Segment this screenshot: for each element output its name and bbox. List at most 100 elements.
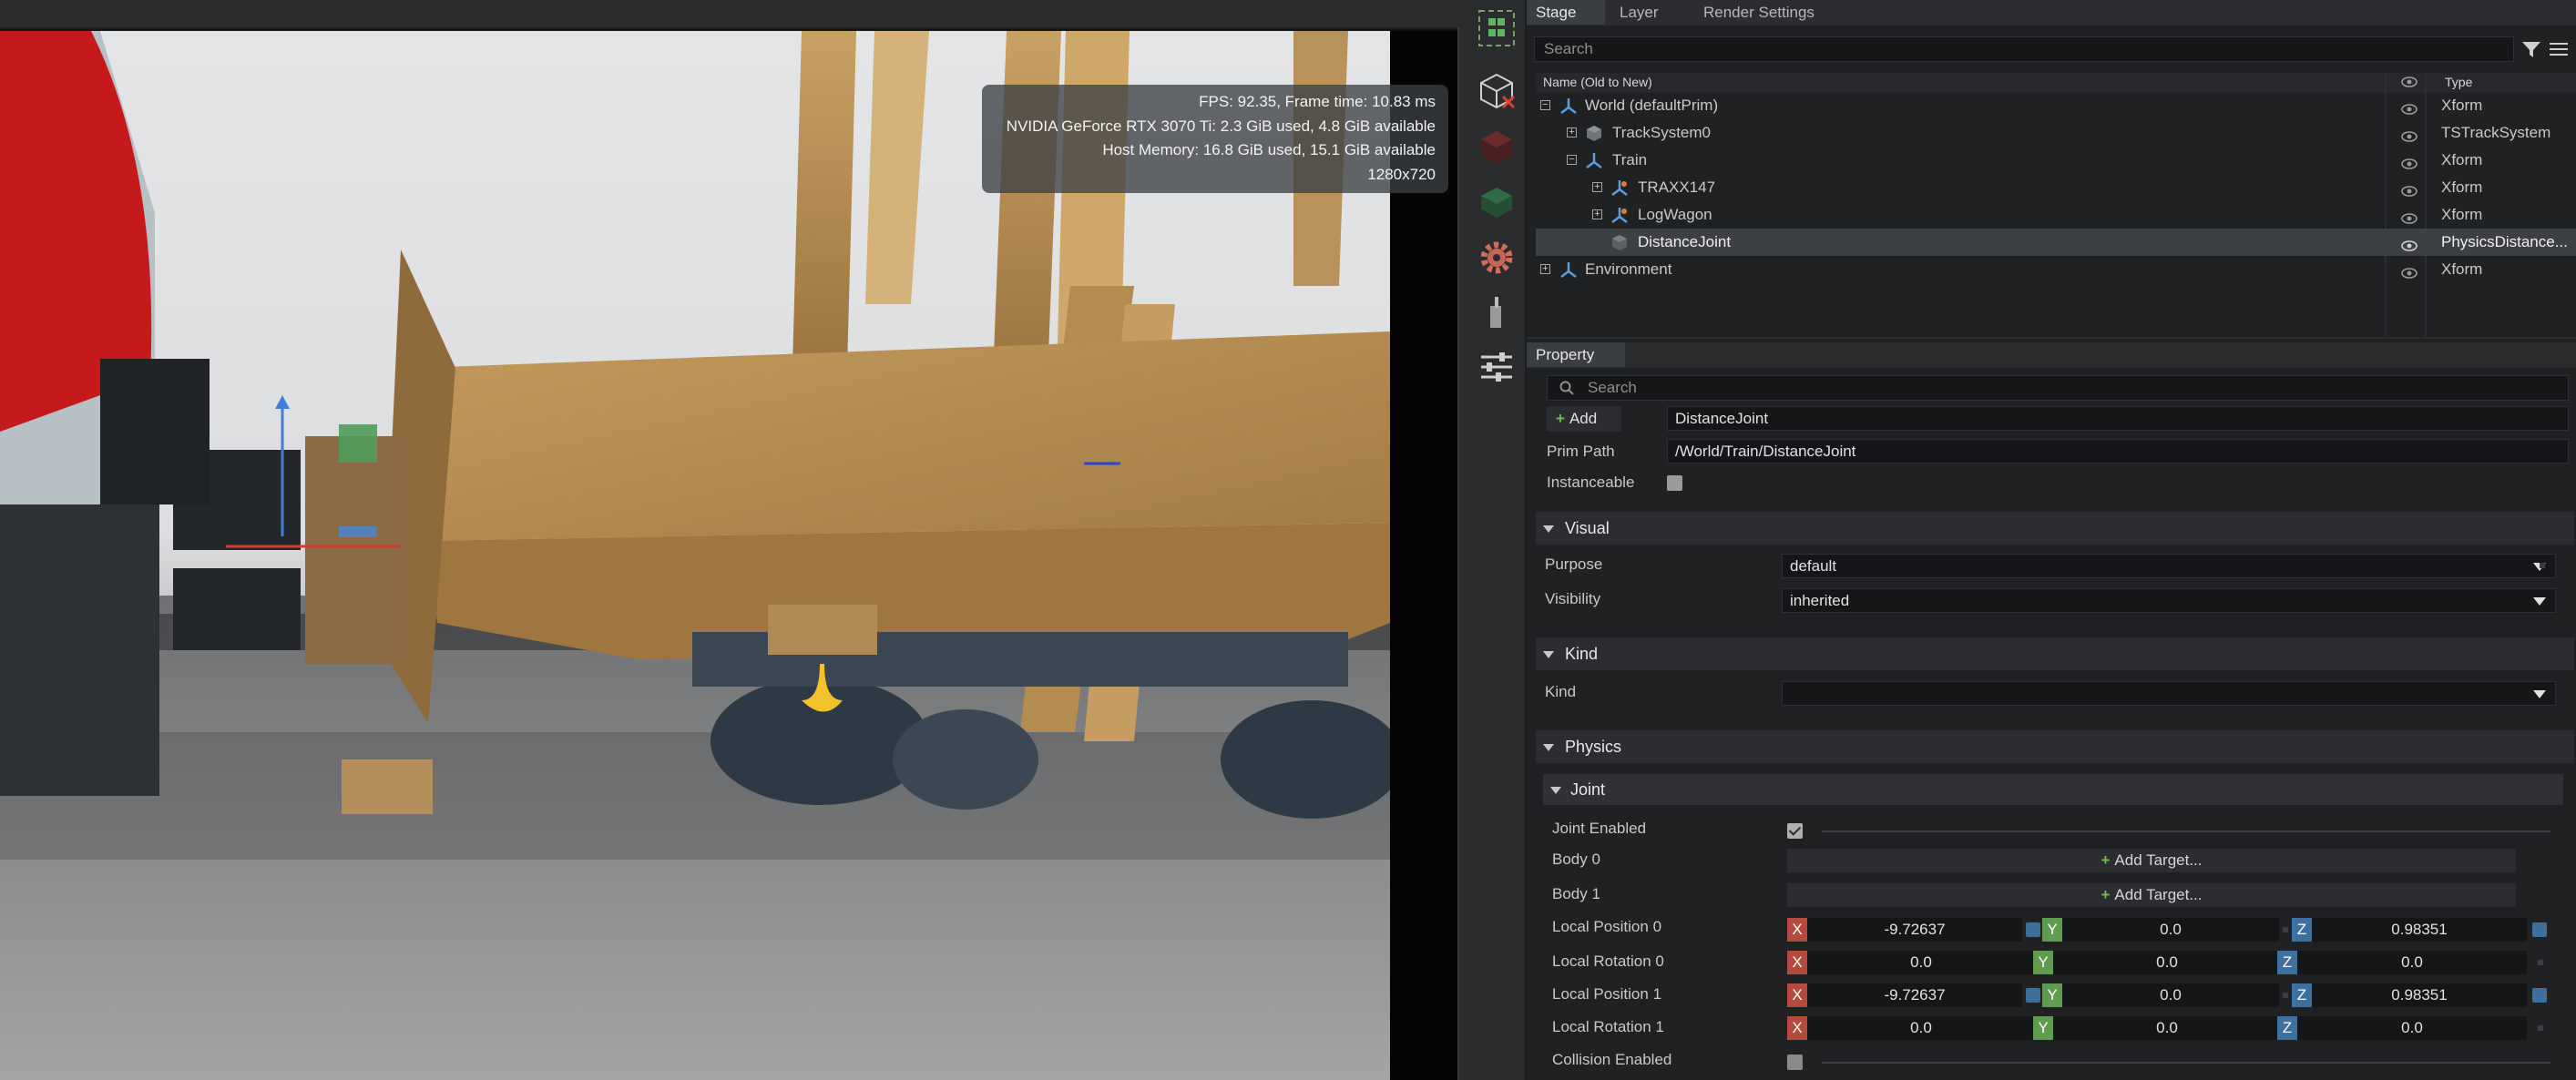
chevron-down-icon (2533, 597, 2546, 606)
tree-row-world[interactable]: − World (defaultPrim) Xform (1536, 92, 2576, 119)
local-rotation-1-y-field[interactable]: 0.0 (2053, 1016, 2281, 1040)
visibility-eye-icon[interactable] (2401, 180, 2418, 197)
physics-section-header[interactable]: Physics (1536, 730, 2574, 763)
type-column-header[interactable]: Type (2445, 75, 2472, 89)
local-position-1-z-field[interactable]: 0.98351 (2312, 983, 2527, 1007)
purpose-label: Purpose (1545, 555, 1603, 573)
kind-dropdown[interactable] (1782, 681, 2556, 706)
z-axis-badge: Z (2292, 983, 2312, 1007)
property-search-input[interactable]: Search (1547, 375, 2569, 401)
link-icon[interactable] (2026, 988, 2040, 1003)
prim-name-field[interactable]: DistanceJoint (1667, 406, 2569, 431)
visibility-eye-icon[interactable] (2401, 208, 2418, 224)
tree-row-type: Xform (2441, 151, 2483, 168)
tree-row-environment[interactable]: + Environment Xform (1536, 256, 2576, 283)
joint-section-header[interactable]: Joint (1543, 774, 2563, 805)
menu-icon[interactable] (2549, 40, 2569, 58)
visual-section-header[interactable]: Visual (1536, 512, 2574, 545)
add-button[interactable]: + Add (1547, 406, 1621, 432)
local-position-1-y-field[interactable]: 0.0 (2062, 983, 2279, 1007)
prim-path-label: Prim Path (1547, 443, 1615, 460)
sliders-icon[interactable] (1477, 348, 1516, 386)
tree-row-distancejoint[interactable]: DistanceJoint PhysicsDistance... (1536, 229, 2576, 256)
local-rotation-0-z-field[interactable]: 0.0 (2297, 951, 2527, 974)
visual-section-title: Visual (1565, 519, 1610, 537)
collision-enabled-track (1822, 1062, 2550, 1064)
collapse-icon[interactable]: − (1567, 155, 1577, 165)
prim-path-field[interactable]: /World/Train/DistanceJoint (1667, 439, 2569, 464)
tree-row-type: Xform (2441, 260, 2483, 278)
expand-icon[interactable]: + (1592, 209, 1602, 219)
joint-section-title: Joint (1570, 780, 1606, 799)
visibility-eye-icon[interactable] (2401, 126, 2418, 142)
viewport[interactable]: FPS: 92.35, Frame time: 10.83 ms NVIDIA … (0, 0, 1470, 1080)
plus-icon: + (2101, 886, 2111, 903)
local-position-0-x-field[interactable]: -9.72637 (1807, 918, 2022, 942)
local-rotation-1-x-field[interactable]: 0.0 (1807, 1016, 2035, 1040)
physics-section-title: Physics (1565, 738, 1622, 756)
track-system-icon (1585, 124, 1603, 142)
tab-render-settings[interactable]: Render Settings (1694, 0, 1849, 25)
reset-indicator (2283, 993, 2288, 998)
visibility-eye-icon[interactable] (2401, 235, 2418, 251)
name-column-header[interactable]: Name (Old to New) (1543, 75, 1652, 89)
tree-row-label: World (defaultPrim) (1585, 97, 1719, 114)
y-axis-badge: Y (2042, 918, 2062, 942)
filter-icon[interactable] (2521, 40, 2541, 58)
collapse-triangle-icon (1543, 651, 1554, 658)
visibility-eye-icon[interactable] (2401, 98, 2418, 115)
local-rotation-1-label: Local Rotation 1 (1552, 1018, 1664, 1035)
clear-selection-icon[interactable] (1477, 71, 1516, 109)
expand-icon[interactable]: + (1592, 182, 1602, 192)
xform-reference-icon (1610, 178, 1629, 197)
kind-label: Kind (1545, 683, 1577, 700)
visibility-eye-icon[interactable] (2401, 262, 2418, 279)
link-icon[interactable] (2532, 922, 2547, 937)
tree-row-label: Train (1612, 151, 1648, 168)
kind-section-title: Kind (1565, 645, 1599, 663)
expand-icon[interactable]: + (1540, 264, 1550, 274)
link-icon[interactable] (2026, 922, 2040, 937)
physics-layer-icon[interactable] (1477, 182, 1516, 220)
chevron-down-icon (2533, 690, 2546, 698)
y-axis-badge: Y (2033, 951, 2053, 974)
body1-add-target-button[interactable]: + Add Target... (1787, 883, 2516, 907)
link-icon[interactable] (2532, 988, 2547, 1003)
visibility-dropdown[interactable]: inherited (1782, 588, 2556, 613)
select-mode-icon[interactable] (1477, 9, 1516, 47)
property-panel: Property Search + Add DistanceJoint Prim … (1527, 339, 2576, 1080)
tree-row-train[interactable]: − Train Xform (1536, 147, 2576, 174)
local-position-0-y-field[interactable]: 0.0 (2062, 918, 2279, 942)
joint-enabled-checkbox[interactable] (1787, 823, 1803, 839)
cube-icon[interactable] (1477, 127, 1516, 166)
tab-layer[interactable]: Layer (1610, 0, 1692, 25)
body0-add-target-button[interactable]: + Add Target... (1787, 849, 2516, 872)
local-rotation-1-z-field[interactable]: 0.0 (2297, 1016, 2527, 1040)
collapse-icon[interactable]: − (1540, 100, 1550, 110)
add-target-label: Add Target... (2114, 851, 2203, 869)
local-rotation-0-x-field[interactable]: 0.0 (1807, 951, 2035, 974)
kind-section-header[interactable]: Kind (1536, 637, 2574, 670)
local-position-0-z-field[interactable]: 0.98351 (2312, 918, 2527, 942)
xform-icon (1585, 151, 1603, 169)
tab-property[interactable]: Property (1527, 342, 1625, 367)
collision-enabled-checkbox[interactable] (1787, 1055, 1803, 1070)
expand-icon[interactable]: + (1567, 127, 1577, 138)
pedestal-icon[interactable] (1477, 293, 1516, 331)
instanceable-checkbox[interactable] (1667, 475, 1682, 491)
x-axis-badge: X (1787, 918, 1807, 942)
local-position-1-x-field[interactable]: -9.72637 (1807, 983, 2022, 1007)
settings-gear-icon[interactable] (1477, 239, 1516, 277)
tree-row-logwagon[interactable]: + LogWagon Xform (1536, 201, 2576, 229)
visibility-label: Visibility (1545, 590, 1601, 607)
stage-search-input[interactable]: Search (1534, 36, 2514, 62)
purpose-dropdown[interactable]: default (1782, 554, 2556, 578)
visibility-eye-icon[interactable] (2401, 153, 2418, 169)
visibility-value: inherited (1790, 592, 1850, 609)
stage-panel: Stage Layer Render Settings Search Name … (1527, 0, 2576, 337)
tree-row-traxx147[interactable]: + TRAXX147 Xform (1536, 174, 2576, 201)
local-rotation-0-y-field[interactable]: 0.0 (2053, 951, 2281, 974)
tree-row-tracksystem0[interactable]: + TrackSystem0 TSTrackSystem (1536, 119, 2576, 147)
y-axis-badge: Y (2033, 1016, 2053, 1040)
tab-stage[interactable]: Stage (1527, 0, 1605, 25)
